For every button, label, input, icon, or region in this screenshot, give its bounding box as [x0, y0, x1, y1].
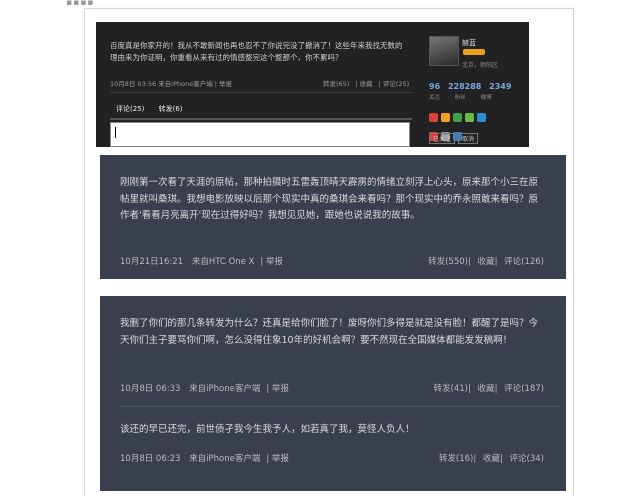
post-text: 我删了你们的那几条转发为什么？还真是给你们脸了！废呀你们多得是就是没有脸！都醒了… [120, 318, 539, 346]
post-card-2: 我删了你们的那几条转发为什么？还真是给你们脸了！废呀你们多得是就是没有脸！都醒了… [100, 296, 566, 491]
comment-input[interactable] [110, 122, 410, 147]
post-meta: 10月8日 06:23 来自iPhone客户端 | 举报 [120, 454, 289, 464]
repost-link[interactable]: 转发(16) [439, 454, 473, 464]
followed-button[interactable]: 已关注 [429, 133, 456, 144]
favorite-link[interactable]: 收藏 [478, 384, 495, 394]
tab-reposts[interactable]: 转发(6) [159, 105, 183, 113]
unfollow-button[interactable]: 取消 [458, 133, 479, 144]
divider [110, 92, 412, 93]
following-label: 关注 [429, 95, 441, 101]
report-link[interactable]: 举报 [272, 454, 289, 464]
comment-tabs: 评论(25) 转发(6) [116, 104, 195, 114]
comment-link[interactable]: 评论(126) [504, 257, 544, 267]
profile-location: 北京，朝阳区 [462, 62, 499, 69]
post-actions: 转发(550)| 收藏| 评论(126) [428, 257, 544, 267]
badge-icon[interactable] [477, 113, 486, 122]
post-source[interactable]: 来自iPhone客户端 [189, 454, 260, 464]
profile-name[interactable]: 赫蓝 [462, 38, 476, 48]
post-text: 该还的早已还完，前世债孑我今生我予人，如若真了我，莫怪人负人！ [120, 424, 415, 435]
post-divider [120, 406, 560, 407]
vip-badge-icon [463, 49, 485, 55]
post-time[interactable]: 10月8日 06:33 [120, 384, 180, 394]
tab-bar [110, 118, 412, 120]
badge-icon[interactable] [465, 113, 474, 122]
weibo-post-screenshot: 百度真是你家开的！我从不敢新闻也再也忍不了你说完没了撤消了！这些年来我找无数的理… [96, 22, 529, 147]
badge-icon[interactable] [453, 113, 462, 122]
tab-comments[interactable]: 评论(25) [116, 105, 144, 113]
following-count[interactable]: 96 [429, 82, 440, 91]
favorite-link[interactable]: 收藏 [360, 80, 373, 88]
follow-controls: 已关注 取消 [429, 133, 481, 144]
post-actions: 转发(41)| 收藏| 评论(187) [433, 384, 544, 394]
favorite-link[interactable]: 收藏 [483, 454, 500, 464]
post-card-1: 刚刚第一次看了天涯的原帖，那种拍摄时五雷轰顶晴天霹雳的情绪立刻浮上心头，原来那个… [100, 155, 566, 279]
avatar[interactable] [429, 36, 459, 66]
corner-mark: ▪▪▪▪ [66, 0, 95, 8]
post-actions: 转发(65) | 收藏 | 评论(25) [323, 80, 410, 88]
comment-link[interactable]: 评论(34) [510, 454, 544, 464]
profile-stat-labels: 关注 粉丝 微博 [429, 93, 505, 101]
posts-count[interactable]: 2349 [489, 82, 511, 91]
badge-icon[interactable] [441, 113, 450, 122]
post-meta: 10月8日 06:33 来自iPhone客户端 | 举报 [120, 384, 289, 394]
repost-link[interactable]: 转发(550) [428, 257, 468, 267]
badge-icon[interactable] [429, 113, 438, 122]
followers-label: 粉丝 [454, 95, 466, 101]
profile-sidebar: 赫蓝 北京，朝阳区 96 228288 2349 关注 粉丝 微博 已关注 取消 [425, 30, 529, 147]
post-source[interactable]: 来自iPhone客户端 [189, 384, 260, 394]
post-meta: 10月8日 03:56 来自iPhone客户端 | 举报 [110, 80, 233, 88]
post-source[interactable]: 来自HTC One X [192, 257, 255, 267]
profile-stats: 96 228288 2349 [429, 82, 516, 91]
comment-link[interactable]: 评论(25) [383, 80, 409, 88]
text-caret [115, 127, 116, 138]
comment-link[interactable]: 评论(187) [504, 384, 544, 394]
post-actions: 转发(16)| 收藏| 评论(34) [438, 454, 544, 464]
report-link[interactable]: 举报 [272, 384, 289, 394]
post-meta: 10月21日16:21 来自HTC One X | 举报 [120, 257, 283, 267]
report-link[interactable]: 举报 [266, 257, 283, 267]
post-text: 百度真是你家开的！我从不敢新闻也再也忍不了你说完没了撤消了！这些年来我找无数的理… [110, 41, 403, 62]
post-text: 刚刚第一次看了天涯的原帖，那种拍摄时五雷轰顶晴天霹雳的情绪立刻浮上心头，原来那个… [120, 177, 539, 221]
post-time[interactable]: 10月21日16:21 [120, 257, 183, 267]
posts-label: 微博 [480, 95, 492, 101]
repost-link[interactable]: 转发(41) [434, 384, 468, 394]
post-time[interactable]: 10月8日 06:23 [120, 454, 180, 464]
followers-count[interactable]: 228288 [448, 82, 481, 91]
favorite-link[interactable]: 收藏 [478, 257, 495, 267]
repost-link[interactable]: 转发(65) [323, 80, 349, 88]
